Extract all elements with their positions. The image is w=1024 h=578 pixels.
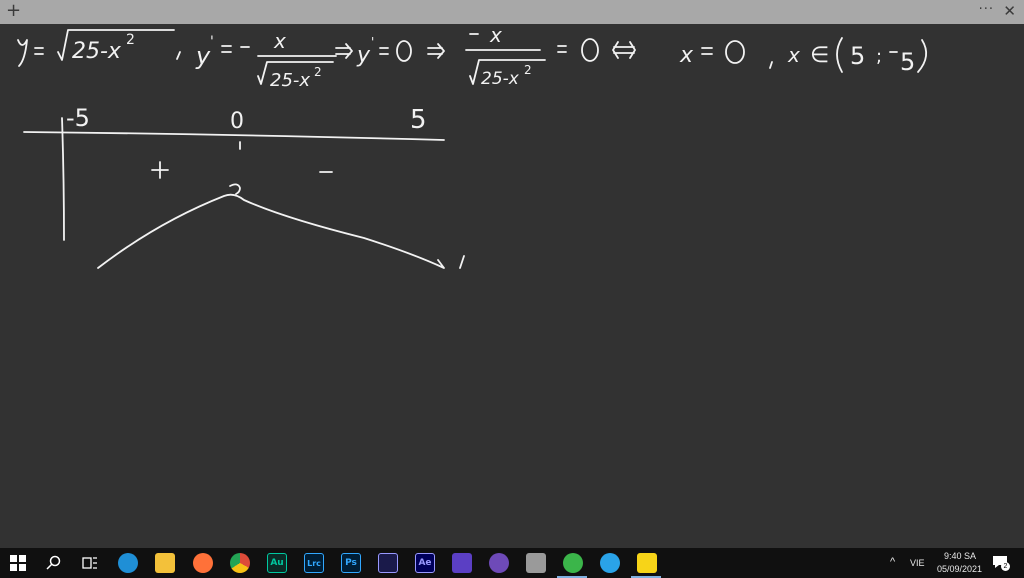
after-effects-icon[interactable]: Ae [415, 553, 435, 573]
language-indicator[interactable]: VIE [910, 558, 925, 568]
audition-icon[interactable]: Au [267, 553, 287, 573]
edge-icon[interactable] [118, 553, 138, 573]
svg-text:;: ; [876, 46, 882, 67]
svg-text:2: 2 [126, 32, 135, 48]
firefox-icon[interactable] [193, 553, 213, 573]
new-page-button[interactable]: + [6, 1, 21, 21]
svg-text:x: x [787, 43, 800, 67]
svg-text:x: x [679, 43, 694, 68]
sign-table-label-mid: 0 [230, 109, 244, 134]
app-icon-3[interactable] [526, 553, 546, 573]
svg-text:y: y [195, 42, 211, 70]
app-icon-5[interactable] [600, 553, 620, 573]
notification-count: 2 [1001, 562, 1010, 571]
svg-text:': ' [210, 34, 214, 50]
file-explorer-icon[interactable] [155, 553, 175, 573]
chrome-icon[interactable] [230, 553, 250, 573]
task-view-icon[interactable] [80, 553, 100, 573]
app-icon-2[interactable] [452, 553, 472, 573]
svg-text:x: x [489, 24, 502, 47]
search-icon[interactable] [44, 553, 64, 573]
svg-text:2: 2 [314, 65, 322, 79]
svg-text:x: x [273, 29, 286, 53]
svg-text:y: y [356, 43, 371, 68]
start-icon[interactable] [8, 553, 28, 573]
windows-taskbar: Au Lrc Ps Ae ^ VIE 9:40 SA 05/09/2021 2 [0, 548, 1024, 578]
photoshop-icon[interactable]: Ps [341, 553, 361, 573]
app-icon-4[interactable] [563, 553, 583, 573]
app-icon[interactable] [378, 553, 398, 573]
whiteboard-canvas[interactable]: 25-x 2 y ' x 25-x 2 y ' x 25-x 2 x x ∈ 5… [0, 23, 1024, 548]
svg-text:': ' [371, 35, 374, 49]
notification-icon[interactable]: 2 [992, 554, 1010, 571]
sticky-notes-icon[interactable] [637, 553, 657, 573]
equation-strokes: 25-x 2 y ' x 25-x 2 y ' x 25-x 2 x x ∈ 5… [17, 23, 928, 91]
sign-table-label-right: 5 [410, 105, 427, 135]
whiteboard-titlebar: + ··· ✕ [0, 0, 1024, 24]
svg-text:5: 5 [900, 48, 915, 76]
close-button[interactable]: ✕ [1003, 2, 1016, 20]
svg-text:25-x: 25-x [270, 70, 310, 91]
svg-text:5: 5 [850, 42, 865, 70]
svg-text:∈: ∈ [810, 43, 829, 68]
more-options-button[interactable]: ··· [979, 2, 994, 17]
clock-date[interactable]: 05/09/2021 [937, 564, 982, 574]
svg-text:25-x: 25-x [481, 69, 520, 89]
svg-text:2: 2 [524, 63, 532, 77]
github-icon[interactable] [489, 553, 509, 573]
clock-time[interactable]: 9:40 SA [944, 551, 976, 561]
lightroom-icon[interactable]: Lrc [304, 553, 324, 573]
tray-chevron-icon[interactable]: ^ [890, 556, 895, 568]
handwriting-layer: 25-x 2 y ' x 25-x 2 y ' x 25-x 2 x x ∈ 5… [17, 23, 928, 269]
sign-table [23, 117, 465, 269]
svg-text:25-x: 25-x [72, 39, 122, 64]
sign-table-label-left: -5 [66, 104, 90, 132]
